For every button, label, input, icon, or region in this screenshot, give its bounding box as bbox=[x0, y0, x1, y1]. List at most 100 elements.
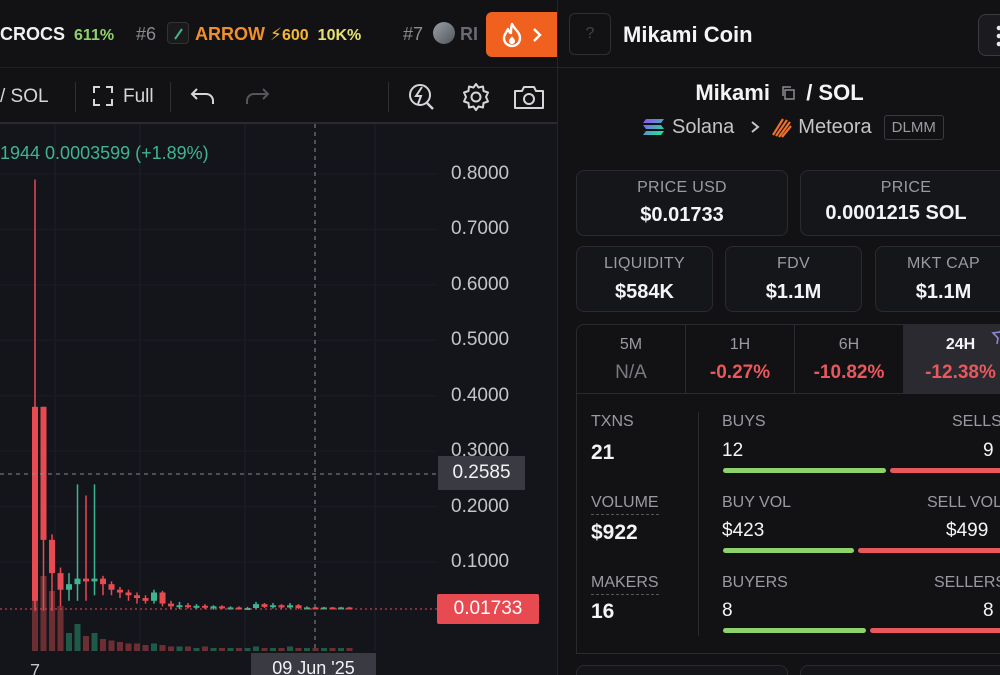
watchlist-star-icon[interactable] bbox=[989, 324, 1000, 344]
candle-body bbox=[40, 406, 47, 540]
y-axis-tick-label: 0.8000 bbox=[451, 163, 510, 184]
transaction-stats: TXNS 21 BUYS SELLS 12 9 VOLUME $922 BUY … bbox=[576, 394, 1000, 654]
toolbar-divider bbox=[388, 82, 389, 112]
trending-button[interactable] bbox=[486, 12, 557, 57]
price-usd-card: PRICE USD $0.01733 bbox=[576, 170, 788, 236]
action-card[interactable] bbox=[800, 665, 1000, 675]
price-native-value: 0.0001215 SOL bbox=[825, 202, 967, 224]
candle-body bbox=[168, 603, 174, 607]
candle-body bbox=[134, 595, 140, 599]
volume-bar bbox=[66, 633, 72, 651]
candle-body bbox=[278, 605, 285, 608]
timeframe-tabs: 5M N/A 1H -0.27% 6H -10.82% 24H -12.38% bbox=[576, 324, 1000, 394]
buy-vol-value: $423 bbox=[722, 520, 765, 541]
volume-bar bbox=[287, 646, 293, 651]
fire-icon bbox=[502, 22, 521, 47]
fullscreen-icon[interactable] bbox=[92, 85, 114, 107]
redo-icon[interactable] bbox=[244, 86, 270, 106]
crosshair-price-label: 0.2585 bbox=[438, 456, 525, 490]
candle-body bbox=[117, 589, 123, 593]
tab-label: 1H bbox=[729, 336, 751, 353]
candle-body bbox=[261, 604, 268, 607]
camera-icon[interactable] bbox=[513, 84, 545, 110]
volume-bar bbox=[329, 648, 336, 651]
candle-body bbox=[151, 592, 157, 601]
dex-link[interactable]: Meteora bbox=[798, 116, 871, 139]
volume-bar bbox=[278, 648, 285, 651]
ticker-item-arrow[interactable]: #6 bbox=[136, 24, 156, 45]
tab-change: N/A bbox=[615, 362, 647, 383]
ticker-boost: 600 bbox=[281, 27, 309, 44]
settings-gear-icon[interactable] bbox=[461, 82, 491, 112]
tab-5m[interactable]: 5M N/A bbox=[577, 325, 686, 393]
candle-body bbox=[32, 406, 38, 601]
mkt-cap-label: MKT CAP bbox=[907, 255, 980, 272]
ticker-item-7[interactable]: #7 bbox=[403, 24, 423, 45]
ticker-symbol-partial: RI bbox=[460, 24, 478, 44]
token-avatar-icon bbox=[433, 22, 455, 44]
sellers-value: 8 bbox=[983, 600, 994, 621]
volume-bar bbox=[151, 643, 157, 651]
candle-body bbox=[270, 605, 276, 608]
menu-button[interactable] bbox=[978, 14, 1000, 56]
copy-icon[interactable] bbox=[780, 85, 796, 101]
candle-body bbox=[108, 584, 115, 590]
ticker-item-crocs[interactable]: CROCS 611% bbox=[0, 24, 114, 45]
replay-icon[interactable] bbox=[407, 81, 435, 111]
buyers-label: BUYERS bbox=[722, 574, 788, 591]
tab-6h[interactable]: 6H -10.82% bbox=[795, 325, 904, 393]
volume-bar bbox=[261, 648, 268, 651]
candle-body bbox=[125, 592, 132, 596]
pair-symbol-button[interactable]: / SOL bbox=[0, 86, 49, 108]
meteora-icon bbox=[772, 118, 793, 138]
sellers-bar bbox=[870, 628, 1000, 633]
chart-toolbar: / SOL Full bbox=[0, 68, 557, 124]
volume-bar bbox=[304, 648, 310, 651]
buys-value: 12 bbox=[722, 440, 744, 461]
price-chart[interactable]: 1944 0.0003599 (+1.89%) 0.8000 0.7000 0.60… bbox=[0, 124, 557, 675]
sells-value: 9 bbox=[983, 440, 994, 461]
ticker-change: 611% bbox=[74, 27, 115, 44]
kebab-menu-icon bbox=[996, 25, 1000, 47]
ohlc-readout: 1944 0.0003599 (+1.89%) bbox=[0, 143, 209, 163]
candle-body bbox=[202, 605, 208, 608]
action-card[interactable] bbox=[576, 665, 788, 675]
volume-value: $922 bbox=[591, 521, 638, 544]
ticker-item-arrow-text[interactable]: ARROW ⚡600 10K% bbox=[195, 24, 361, 45]
candle-body bbox=[295, 605, 302, 609]
makers-value: 16 bbox=[591, 600, 615, 623]
volume-bar bbox=[159, 645, 166, 651]
tab-24h[interactable]: 24H -12.38% bbox=[904, 325, 1000, 393]
ticker-symbol: ARROW bbox=[195, 24, 265, 44]
volume-bar bbox=[117, 642, 123, 651]
candle-body bbox=[253, 604, 259, 609]
sell-vol-label: SELL VOL bbox=[927, 494, 1000, 511]
volume-bar bbox=[108, 640, 115, 651]
mkt-cap-value: $1.1M bbox=[915, 281, 972, 303]
price-usd-label: PRICE USD bbox=[637, 179, 727, 196]
candle-body bbox=[83, 578, 89, 582]
y-axis-tick-label: 0.5000 bbox=[451, 329, 510, 351]
full-button[interactable]: Full bbox=[123, 86, 154, 108]
candle-body bbox=[210, 606, 217, 609]
crosshair-date-label: 09 Jun '25 bbox=[251, 653, 376, 675]
chain-link[interactable]: Solana bbox=[672, 116, 734, 139]
volume-bar bbox=[270, 648, 276, 651]
sellers-label: SELLERS bbox=[934, 574, 1000, 591]
buys-label: BUYS bbox=[722, 413, 766, 430]
liquidity-value: $584K bbox=[615, 281, 674, 303]
price-native-label: PRICE bbox=[880, 179, 932, 196]
fdv-card: FDV $1.1M bbox=[725, 246, 862, 312]
tab-1h[interactable]: 1H -0.27% bbox=[686, 325, 795, 393]
undo-icon[interactable] bbox=[190, 86, 216, 106]
y-axis-tick-label: 0.6000 bbox=[451, 273, 510, 295]
tab-label: 24H bbox=[945, 336, 976, 353]
tab-label: 6H bbox=[838, 336, 860, 353]
candle-body bbox=[176, 605, 183, 608]
token-title: Mikami Coin bbox=[623, 22, 753, 47]
mkt-cap-card: MKT CAP $1.1M bbox=[875, 246, 1000, 312]
volume-bar bbox=[91, 633, 98, 651]
volume-bar bbox=[219, 648, 225, 651]
volume-bar bbox=[253, 646, 259, 651]
buy-vol-bar bbox=[723, 548, 854, 553]
